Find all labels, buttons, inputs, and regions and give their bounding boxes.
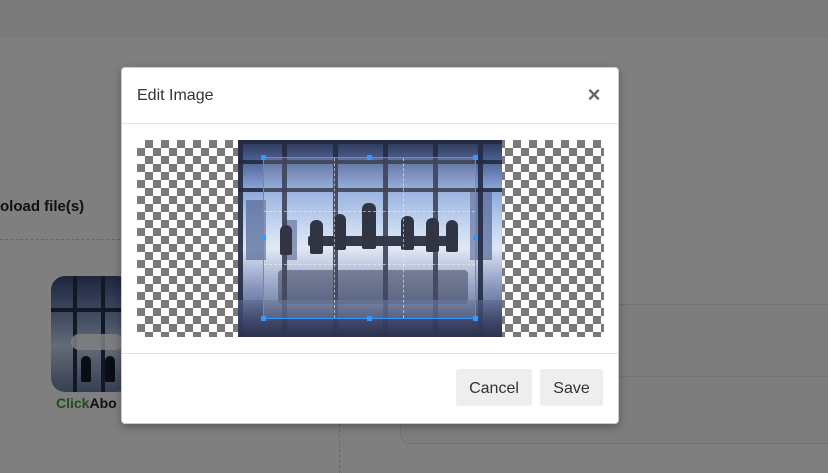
save-button[interactable]: Save	[540, 369, 603, 406]
crop-handle-e[interactable]	[473, 235, 478, 240]
crop-guide	[264, 210, 475, 212]
image-cropper-canvas[interactable]	[137, 140, 604, 337]
crop-handle-ne[interactable]	[473, 155, 478, 160]
window-frame	[238, 140, 502, 144]
crop-box[interactable]	[261, 155, 478, 321]
crop-handle-sw[interactable]	[261, 316, 266, 321]
modal-title: Edit Image	[137, 87, 214, 104]
crop-guide	[264, 263, 475, 265]
crop-handle-nw[interactable]	[261, 155, 266, 160]
modal-body	[122, 124, 618, 354]
edit-image-dialog: Edit Image × Cancel Save	[121, 67, 619, 424]
crop-handle-n[interactable]	[367, 155, 372, 160]
crop-handle-s[interactable]	[367, 316, 372, 321]
crop-guide	[403, 158, 405, 318]
cancel-button[interactable]: Cancel	[456, 369, 532, 406]
crop-handle-se[interactable]	[473, 316, 478, 321]
crop-guide	[333, 158, 335, 318]
modal-header: Edit Image ×	[122, 68, 618, 124]
crop-handle-w[interactable]	[261, 235, 266, 240]
close-icon[interactable]: ×	[582, 82, 606, 108]
modal-footer: Cancel Save	[122, 354, 618, 423]
skyline-building	[246, 200, 266, 260]
